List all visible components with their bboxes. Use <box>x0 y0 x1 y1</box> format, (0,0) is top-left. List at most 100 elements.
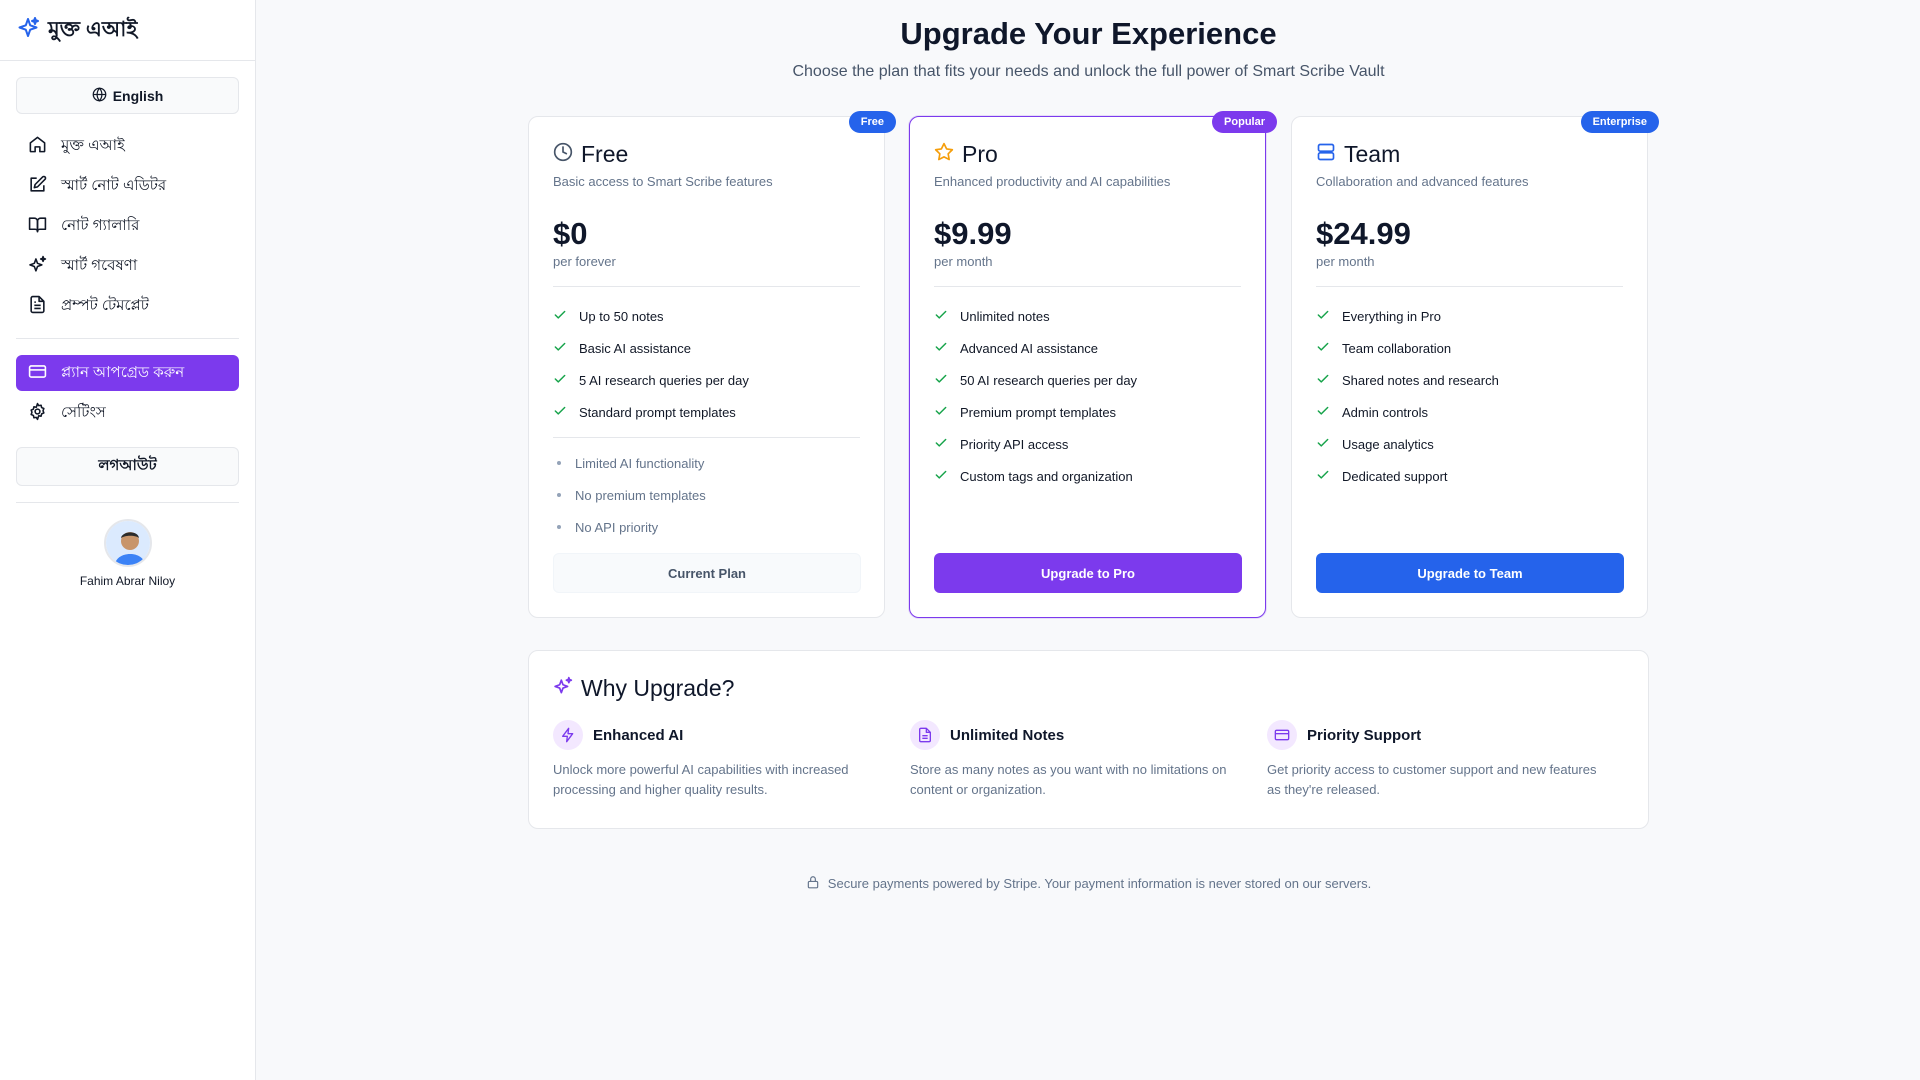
sidebar-item-settings[interactable]: সেটিংস <box>16 395 239 431</box>
sidebar-nav-secondary: প্ল্যান আপগ্রেড করুন সেটিংস <box>0 355 255 431</box>
check-icon <box>934 436 948 453</box>
feature-item: Everything in Pro <box>1316 300 1623 332</box>
feature-list: Up to 50 notes Basic AI assistance 5 AI … <box>553 300 860 428</box>
feature-item: Premium prompt templates <box>934 396 1241 428</box>
feature-label: Everything in Pro <box>1342 308 1441 324</box>
check-icon <box>553 372 567 389</box>
feature-item: Shared notes and research <box>1316 364 1623 396</box>
current-plan-button[interactable]: Current Plan <box>553 553 861 593</box>
credit-card-icon <box>28 362 47 385</box>
feature-item: Advanced AI assistance <box>934 332 1241 364</box>
avatar[interactable] <box>103 519 152 567</box>
feature-item: Up to 50 notes <box>553 300 860 332</box>
sidebar-item-home[interactable]: মুক্ত এআই <box>16 128 239 164</box>
plan-period: per forever <box>553 254 616 269</box>
benefit-title: Unlimited Notes <box>950 726 1065 744</box>
plan-badge: Enterprise <box>1580 111 1659 133</box>
brand-name: মুক্ত এআই <box>48 17 138 41</box>
globe-icon <box>92 86 107 105</box>
check-icon <box>1316 404 1330 421</box>
feature-label: 5 AI research queries per day <box>579 372 749 388</box>
feature-item: Team collaboration <box>1316 332 1623 364</box>
plan-name: Team <box>1344 141 1401 167</box>
language-button[interactable]: English <box>16 77 239 114</box>
plan-badge: Free <box>848 111 896 133</box>
check-icon <box>553 404 567 421</box>
credit-card-icon <box>1267 720 1297 750</box>
feature-item: Admin controls <box>1316 396 1623 428</box>
feature-item: Unlimited notes <box>934 300 1241 332</box>
benefit-unlimited-notes: Unlimited Notes Store as many notes as y… <box>910 720 1267 800</box>
check-icon <box>1316 468 1330 485</box>
sidebar-item-note-editor[interactable]: স্মার্ট নোট এডিটর <box>16 168 239 204</box>
sidebar-item-note-gallery[interactable]: নোট গ্যালারি <box>16 208 239 244</box>
sidebar-item-prompt-templates[interactable]: প্রম্পট টেমপ্লেট <box>16 288 239 324</box>
edit-icon <box>28 175 47 198</box>
sidebar-nav: মুক্ত এআই স্মার্ট নোট এডিটর নোট গ্যালারি… <box>0 128 255 324</box>
feature-label: Admin controls <box>1342 404 1428 420</box>
limitation-item: Limited AI functionality <box>553 447 860 479</box>
plan-description: Basic access to Smart Scribe features <box>553 174 773 189</box>
feature-item: Custom tags and organization <box>934 460 1241 492</box>
sparkles-icon <box>16 16 40 45</box>
feature-label: Team collaboration <box>1342 340 1452 356</box>
sidebar-item-label: নোট গ্যালারি <box>61 216 140 234</box>
page-subtitle: Choose the plan that fits your needs and… <box>792 63 1385 80</box>
home-icon <box>28 135 47 158</box>
check-icon <box>934 372 948 389</box>
check-icon <box>934 340 948 357</box>
check-icon <box>1316 340 1330 357</box>
feature-label: Unlimited notes <box>960 308 1050 324</box>
logout-button[interactable]: লগআউট <box>16 447 239 486</box>
sparkles-icon <box>553 676 573 701</box>
feature-label: Shared notes and research <box>1342 372 1499 388</box>
clock-icon <box>553 142 573 167</box>
check-icon <box>934 404 948 421</box>
check-icon <box>1316 372 1330 389</box>
feature-label: Advanced AI assistance <box>960 340 1099 356</box>
secure-payment-text: Secure payments powered by Stripe. Your … <box>827 876 1372 891</box>
plan-period: per month <box>1316 254 1375 269</box>
feature-item: Basic AI assistance <box>553 332 860 364</box>
plan-card-team: Enterprise Team Collaboration and advanc… <box>1291 111 1659 618</box>
star-icon <box>934 142 954 167</box>
limitation-label: No premium templates <box>575 487 706 503</box>
brand[interactable]: মুক্ত এআই <box>0 0 255 61</box>
plan-card-free: Free Free Basic access to Smart Scribe f… <box>528 111 896 618</box>
limitation-label: Limited AI functionality <box>575 455 705 471</box>
sidebar-item-smart-research[interactable]: স্মার্ট গবেষণা <box>16 248 239 284</box>
page-title: Upgrade Your Experience <box>900 16 1277 51</box>
user-profile[interactable]: Fahim Abrar Niloy <box>16 502 239 588</box>
sidebar-item-label: প্রম্পট টেমপ্লেট <box>61 296 149 314</box>
main-content: Upgrade Your Experience Choose the plan … <box>257 0 1920 1080</box>
plan-name: Free <box>581 141 629 167</box>
bullet-icon <box>557 461 561 465</box>
bullet-icon <box>557 493 561 497</box>
sidebar-item-label: সেটিংস <box>61 403 106 421</box>
limitation-label: No API priority <box>575 519 659 535</box>
upgrade-to-pro-button[interactable]: Upgrade to Pro <box>934 553 1242 593</box>
feature-item: 50 AI research queries per day <box>934 364 1241 396</box>
sparkles-icon <box>28 255 47 278</box>
nav-divider <box>16 338 239 339</box>
upgrade-to-team-button[interactable]: Upgrade to Team <box>1316 553 1624 593</box>
check-icon <box>934 468 948 485</box>
feature-label: Standard prompt templates <box>579 404 736 420</box>
feature-list: Unlimited notes Advanced AI assistance 5… <box>934 300 1241 492</box>
benefit-priority-support: Priority Support Get priority access to … <box>1267 720 1624 800</box>
document-icon <box>910 720 940 750</box>
feature-label: Usage analytics <box>1342 436 1434 452</box>
plan-period: per month <box>934 254 993 269</box>
feature-item: Usage analytics <box>1316 428 1623 460</box>
divider <box>934 286 1241 287</box>
sidebar-item-upgrade-plan[interactable]: প্ল্যান আপগ্রেড করুন <box>16 355 239 391</box>
limitation-item: No premium templates <box>553 479 860 511</box>
feature-label: Basic AI assistance <box>579 340 691 356</box>
plan-description: Enhanced productivity and AI capabilitie… <box>934 174 1171 189</box>
feature-item: 5 AI research queries per day <box>553 364 860 396</box>
plan-card-pro: Popular Pro Enhanced productivity and AI… <box>909 111 1277 618</box>
plan-name: Pro <box>962 141 998 167</box>
feature-item: Standard prompt templates <box>553 396 860 428</box>
secure-payment-note: Secure payments powered by Stripe. Your … <box>257 875 1920 892</box>
book-icon <box>28 215 47 238</box>
